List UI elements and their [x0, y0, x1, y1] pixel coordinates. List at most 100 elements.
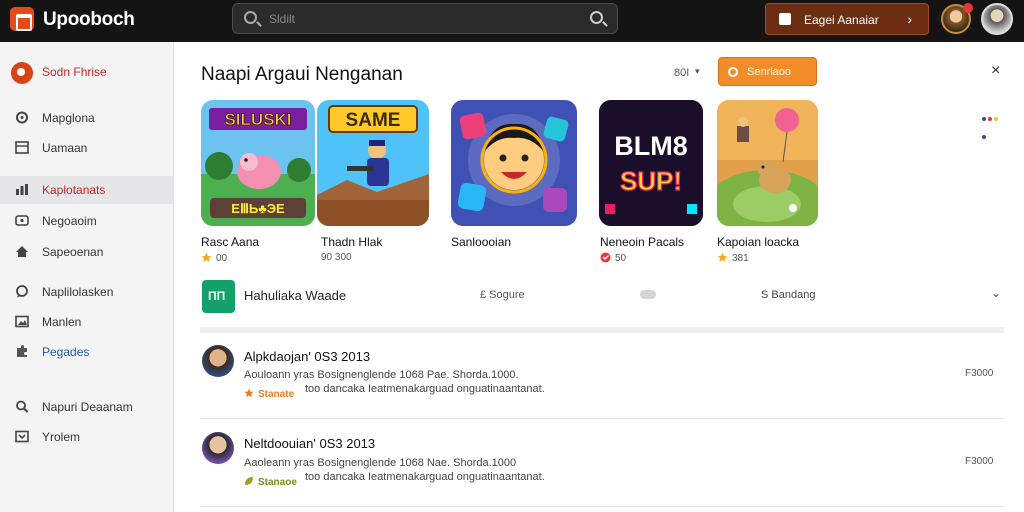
- sidebar-item-search[interactable]: Napuri Deaanam: [0, 393, 174, 421]
- sidebar-item-label: Sodn Fhrise: [42, 65, 107, 79]
- divider: [200, 418, 1004, 419]
- game-art: SAME: [317, 100, 429, 226]
- sidebar-item-label: Negoaoim: [42, 214, 97, 228]
- comment-text: Aouloann yras Bosignenglende 1068 Pae. S…: [244, 369, 519, 381]
- game-art: BLM8 SUP!: [599, 100, 703, 226]
- sidebar-item-media[interactable]: Manlen: [0, 308, 174, 336]
- search-placeholder: Sldilt: [269, 12, 296, 26]
- stars-icon: [201, 252, 212, 262]
- game-title[interactable]: Rasc Aana: [201, 235, 259, 249]
- game-rating: 00: [201, 252, 227, 264]
- game-tile[interactable]: [451, 100, 577, 226]
- dot: [982, 135, 986, 139]
- sidebar-item-label: Yrolem: [42, 430, 81, 444]
- game-art: SILUSKI ЕⅢЬ♣ЭЕ: [201, 100, 315, 226]
- publisher-meta: £ Sogure: [480, 289, 525, 301]
- game-meta: 90 300: [321, 252, 352, 263]
- sidebar-item-label: Kaplotanats: [42, 183, 106, 197]
- sidebar-item-pages[interactable]: Pegades: [0, 338, 174, 366]
- sidebar-item-label: Uamaan: [42, 141, 88, 155]
- art-text-line2: SUP!: [620, 166, 682, 196]
- cta-label: Eagei Aanaiar: [804, 13, 879, 27]
- game-art: [717, 100, 818, 226]
- game-title[interactable]: Thadn Hlak: [321, 235, 382, 249]
- comment-tag: Stanate: [244, 388, 294, 400]
- comment-text: too dancaka Ieatmenakarguad onguatinaant…: [305, 383, 545, 395]
- dot: [982, 117, 986, 121]
- notification-badge: [963, 3, 973, 13]
- sidebar-item-messages[interactable]: Negoaoim: [0, 207, 174, 235]
- chevron-right-icon: ›: [907, 11, 912, 27]
- sidebar-item-games[interactable]: Mapglona: [0, 104, 174, 132]
- sidebar-item-label: Mapglona: [42, 111, 95, 125]
- sidebar-item-library[interactable]: Uamaan: [0, 134, 174, 162]
- cta-button[interactable]: Eagei Aanaiar ›: [765, 3, 929, 35]
- search-submit-icon[interactable]: [590, 11, 603, 24]
- art-text-line1: BLM8: [614, 131, 688, 161]
- main-panel: Naapi Argaui Nenganan 80I ▾ Senrlaoo × S…: [174, 42, 1024, 512]
- game-rating: 50: [600, 252, 626, 264]
- sidebar-item-label: Pegades: [42, 345, 90, 359]
- app-logo-icon[interactable]: [10, 7, 34, 31]
- comment-tag-label: Stanate: [258, 389, 295, 400]
- game-tile[interactable]: BLM8 SUP!: [599, 100, 703, 226]
- more-options-icon[interactable]: [982, 108, 1004, 139]
- dot: [988, 117, 992, 121]
- sidebar: Sodn Fhrise Mapglona Uamaan Kaplotanats …: [0, 42, 174, 512]
- page-title: Naapi Argaui Nenganan: [201, 64, 403, 85]
- puzzle-icon: [15, 345, 29, 358]
- comment-tag-label: Stanaoe: [258, 477, 297, 488]
- game-title[interactable]: Kapoian loacka: [717, 235, 799, 249]
- art-text: SILUSKI: [224, 110, 291, 129]
- publisher-logo-icon[interactable]: [202, 280, 235, 313]
- app-title[interactable]: Upooboch: [43, 9, 135, 31]
- search-icon: [244, 11, 257, 24]
- stars-icon: [717, 252, 728, 262]
- chevron-down-icon[interactable]: ⌄: [991, 286, 1001, 300]
- gamepad-icon: [15, 111, 29, 124]
- home-icon: [15, 245, 29, 258]
- profile-avatar[interactable]: [981, 3, 1013, 35]
- game-tile[interactable]: SAME: [317, 100, 429, 226]
- action-button-label: Senrlaoo: [747, 66, 792, 78]
- sidebar-item-label: Sapeoenan: [42, 245, 104, 259]
- comment-author[interactable]: Neltdoouian' 0S3 2013: [244, 436, 375, 451]
- game-tile[interactable]: [717, 100, 818, 226]
- top-bar: Upooboch Sldilt Eagei Aanaiar ›: [0, 0, 1024, 42]
- avatar[interactable]: [202, 345, 234, 377]
- sort-dropdown[interactable]: 80I: [674, 67, 689, 79]
- sidebar-item-chat[interactable]: Naplilolasken: [0, 278, 174, 306]
- sidebar-item-label: Naplilolasken: [42, 285, 114, 299]
- sidebar-item-window[interactable]: Yrolem: [0, 423, 174, 451]
- close-icon[interactable]: ×: [991, 62, 1000, 80]
- image-icon: [15, 315, 29, 328]
- game-art: [451, 100, 577, 226]
- dot: [994, 117, 998, 121]
- brand-icon: [11, 62, 33, 84]
- leaf-icon: [245, 477, 253, 485]
- grid-icon: [15, 141, 29, 154]
- sidebar-item-home[interactable]: Sapeoenan: [0, 238, 174, 266]
- game-meta: 381: [732, 253, 749, 264]
- game-tile[interactable]: SILUSKI ЕⅢЬ♣ЭЕ: [201, 100, 315, 226]
- sidebar-item-brand[interactable]: Sodn Fhrise: [0, 58, 174, 86]
- comment-author[interactable]: Alpkdaojan' 0S3 2013: [244, 349, 370, 364]
- avatar[interactable]: [202, 432, 234, 464]
- chart-icon: [15, 183, 29, 196]
- game-meta: 50: [615, 253, 627, 264]
- search-input[interactable]: Sldilt: [232, 3, 618, 34]
- sidebar-item-stats[interactable]: Kaplotanats: [0, 176, 174, 204]
- art-subtext: ЕⅢЬ♣ЭЕ: [231, 201, 285, 216]
- game-rating: 381: [717, 252, 749, 264]
- circle-icon: [728, 67, 738, 77]
- chevron-down-icon[interactable]: ▾: [695, 66, 700, 77]
- comment-side-value: F3000: [965, 456, 994, 467]
- search-icon: [15, 400, 29, 413]
- publisher-title[interactable]: Hahuliaka Waade: [244, 288, 346, 303]
- game-title[interactable]: Neneoin Pacals: [600, 235, 684, 249]
- action-button[interactable]: Senrlaoo: [718, 57, 817, 86]
- message-icon: [15, 214, 29, 227]
- game-title[interactable]: Sanloooian: [451, 235, 511, 249]
- art-text: SAME: [346, 110, 401, 131]
- divider: [200, 327, 1004, 333]
